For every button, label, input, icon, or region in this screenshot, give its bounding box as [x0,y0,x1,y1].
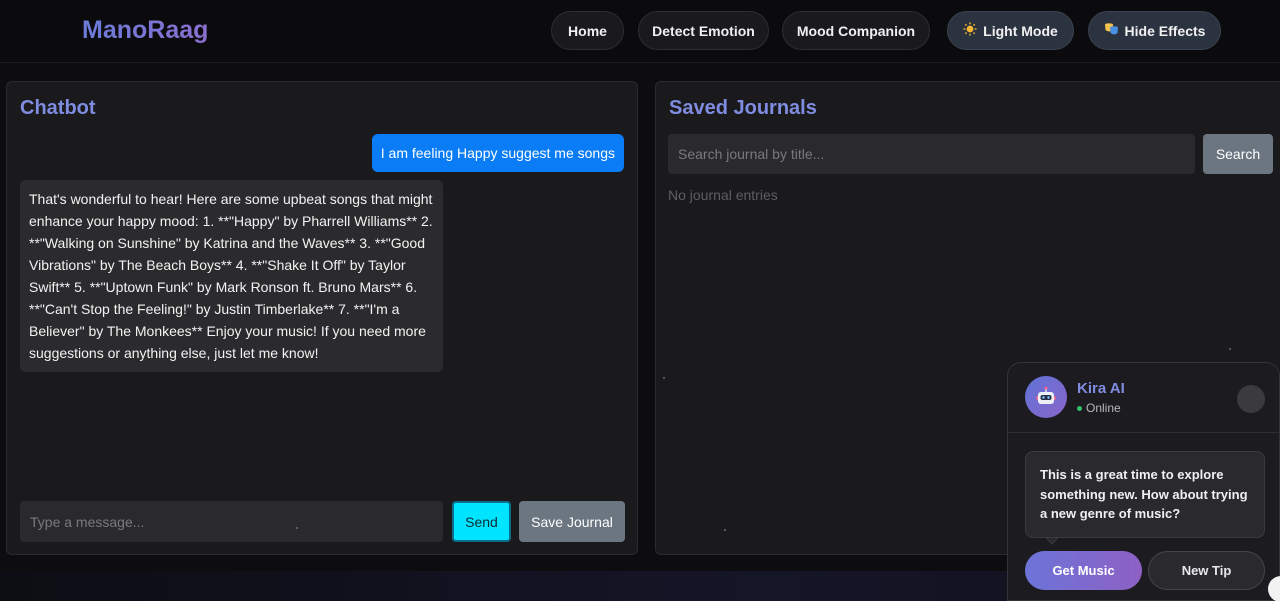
journal-search-input[interactable] [668,134,1195,174]
hide-effects-label: Hide Effects [1124,22,1206,39]
new-tip-button[interactable]: New Tip [1148,551,1265,590]
brand-logo[interactable]: ManoRaag [82,16,208,45]
kira-assistant-widget: Kira AI Online This is a great time to e… [1007,362,1280,601]
nav-home-label: Home [568,22,607,39]
particle-dot [296,527,298,529]
hide-effects-toggle[interactable]: Hide Effects [1088,11,1221,50]
kira-status-label: Online [1086,401,1121,415]
send-button[interactable]: Send [452,501,511,542]
particle-dot [1229,348,1231,350]
user-message-bubble: I am feeling Happy suggest me songs [371,134,624,172]
kira-header: Kira AI Online [1008,363,1279,433]
online-dot-icon [1077,405,1082,411]
save-journal-button[interactable]: Save Journal [519,501,625,542]
saved-journals-title: Saved Journals [669,97,817,119]
kira-close-button[interactable] [1237,385,1265,413]
bot-message-bubble: That's wonderful to hear! Here are some … [20,180,443,372]
top-navbar: ManoRaag Home Detect Emotion Mood Compan… [0,0,1280,63]
nav-detect-emotion-label: Detect Emotion [652,22,755,39]
kira-name: Kira AI [1077,380,1125,397]
nav-mood-companion-label: Mood Companion [796,22,916,39]
light-mode-toggle[interactable]: Light Mode [947,11,1074,50]
particle-dot [724,529,726,531]
journal-search-button[interactable]: Search [1203,134,1273,174]
message-input[interactable] [20,501,443,542]
light-mode-label: Light Mode [983,22,1058,39]
nav-detect-emotion-button[interactable]: Detect Emotion [638,11,769,50]
sun-icon [963,22,977,39]
masks-icon [1104,22,1119,39]
kira-tip-message: This is a great time to explore somethin… [1025,451,1265,538]
chatbot-panel: Chatbot I am feeling Happy suggest me so… [6,81,638,555]
get-music-button[interactable]: Get Music [1025,551,1142,590]
chatbot-title: Chatbot [20,97,96,119]
kira-status: Online [1077,401,1121,415]
empty-journals-text: No journal entries [668,187,778,203]
robot-avatar-icon [1025,376,1067,418]
particle-dot [663,377,665,379]
nav-mood-companion-button[interactable]: Mood Companion [782,11,930,50]
nav-home-button[interactable]: Home [551,11,624,50]
